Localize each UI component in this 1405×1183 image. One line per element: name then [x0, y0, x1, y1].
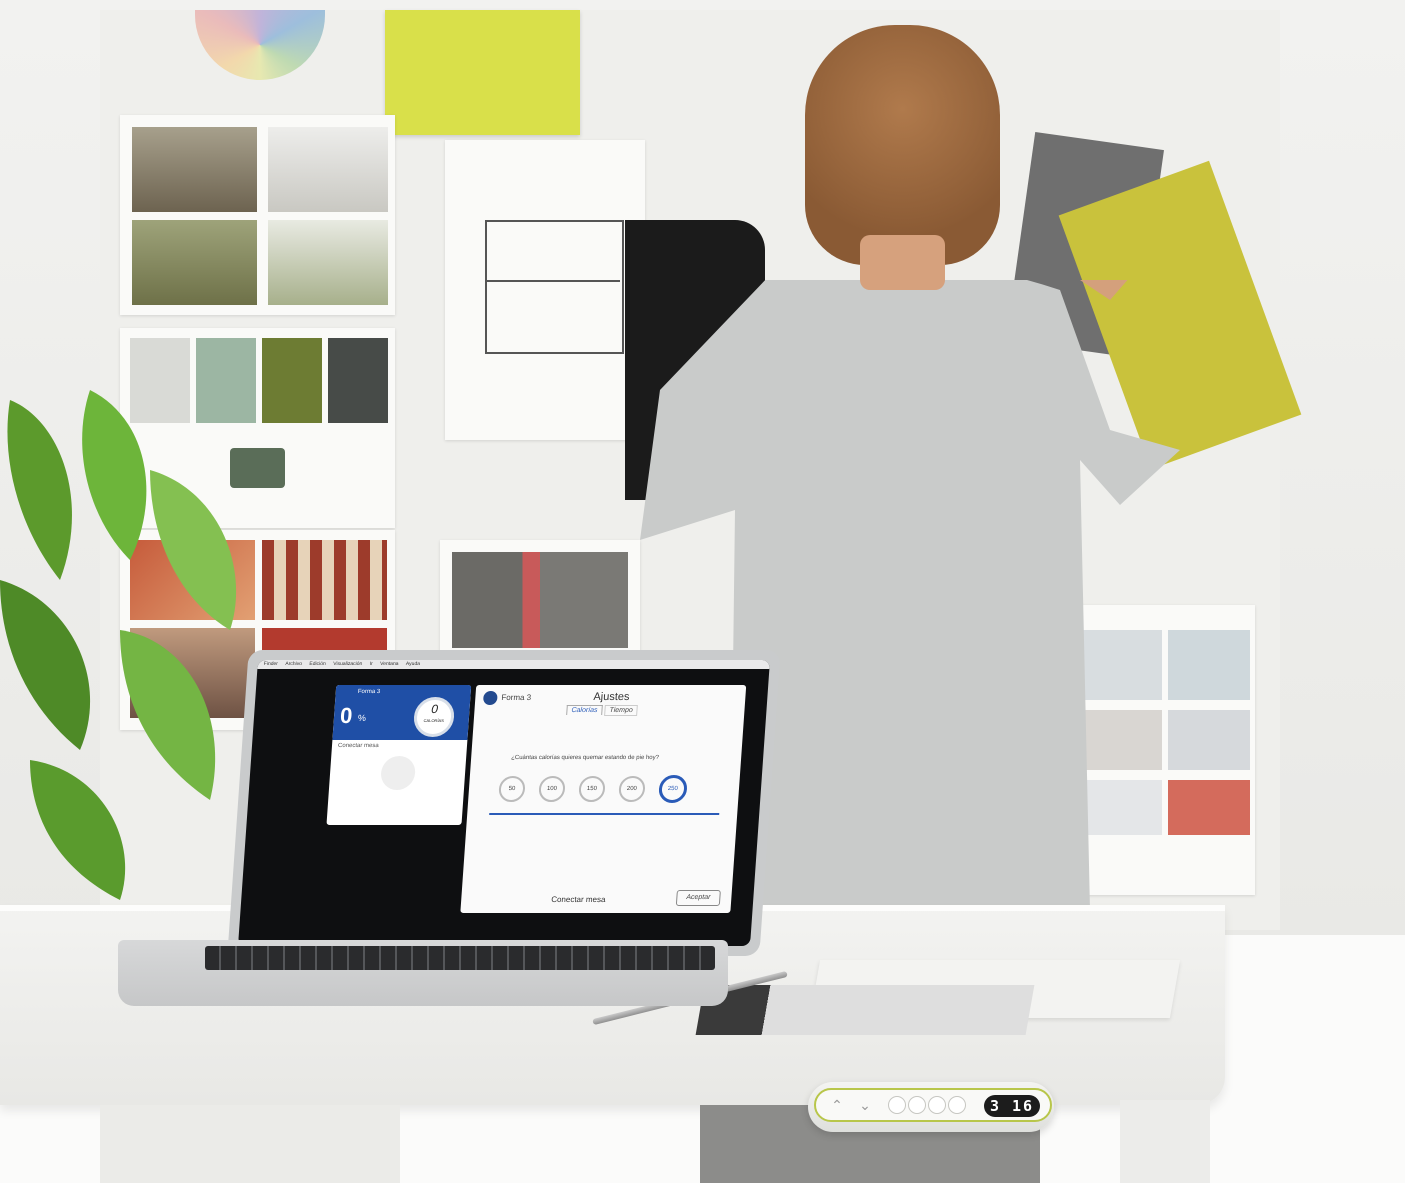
calorie-question: ¿Cuántas calorías quieres quemar estando… [510, 755, 660, 761]
tab-bar: Calorías Tiempo [566, 705, 639, 716]
forma-main-window: Forma 3 0 % 0 CALORÍAS Conectar mesa [326, 685, 472, 825]
menubar-item[interactable]: Ir [369, 661, 372, 667]
floor-plan [445, 140, 645, 440]
desk-leg [1120, 1100, 1210, 1183]
menubar-item[interactable]: Ayuda [406, 661, 421, 667]
desk-height-circle [379, 756, 416, 790]
calorie-options: 50 100 150 200 250 [492, 775, 694, 803]
calorie-option-150[interactable]: 150 [577, 776, 606, 802]
app-brand: Forma 3 [357, 689, 381, 695]
yellow-folder [385, 10, 580, 135]
percent-value: 0 [339, 703, 354, 728]
plant [0, 390, 237, 900]
percent-unit: % [357, 713, 367, 723]
calories-value: 0 [430, 702, 439, 716]
down-arrow-button[interactable]: ⌄ [854, 1094, 876, 1116]
desk-control-panel: ⌃ ⌄ 3 16 [808, 1082, 1054, 1132]
connect-desk-label[interactable]: Conectar mesa [332, 740, 468, 752]
calories-label: CALORÍAS [423, 718, 445, 723]
laptop-screen: Finder Archivo Edición Visualización Ir … [238, 660, 770, 946]
calorie-slider-fill [489, 813, 720, 815]
connect-desk-button[interactable]: Conectar mesa [551, 895, 606, 904]
laptop-keyboard [205, 946, 715, 970]
photo-card-landscapes [120, 115, 395, 315]
calorie-option-50[interactable]: 50 [498, 776, 526, 802]
photo-print [695, 985, 1035, 1035]
settings-logo-icon [482, 691, 498, 705]
settings-window: Forma 3 Ajustes Calorías Tiempo ¿Cuántas… [460, 685, 747, 913]
settings-title: Ajustes [592, 691, 630, 703]
height-display: 3 16 [984, 1095, 1040, 1117]
calorie-option-100[interactable]: 100 [538, 776, 566, 802]
person-neck [860, 235, 945, 290]
moodboard-lower [100, 1105, 400, 1183]
memory-button-2[interactable] [908, 1096, 926, 1114]
menubar-item[interactable]: Ventana [380, 661, 399, 667]
tab-calorias[interactable]: Calorías [566, 705, 603, 715]
window-photo [440, 540, 640, 660]
up-arrow-button[interactable]: ⌃ [826, 1094, 848, 1116]
menubar-item[interactable]: Edición [309, 661, 326, 667]
memory-button-1[interactable] [888, 1096, 906, 1114]
menubar-item[interactable]: Visualización [333, 661, 363, 667]
accept-button[interactable]: Aceptar [675, 890, 721, 906]
menubar-item[interactable]: Archivo [285, 661, 302, 667]
person-head [805, 25, 1000, 265]
tab-tiempo[interactable]: Tiempo [604, 705, 639, 716]
status-panel: Forma 3 0 % 0 CALORÍAS [332, 685, 472, 740]
settings-brand: Forma 3 [501, 693, 532, 702]
calories-ring: 0 CALORÍAS [412, 697, 456, 737]
memory-button-4[interactable] [948, 1096, 966, 1114]
calorie-option-200[interactable]: 200 [617, 776, 646, 802]
photo-scene: Finder Archivo Edición Visualización Ir … [0, 0, 1405, 1183]
mac-menubar: Finder Archivo Edición Visualización Ir … [257, 660, 770, 669]
control-panel-face: ⌃ ⌄ 3 16 [814, 1088, 1052, 1122]
color-wheel-image [195, 10, 325, 80]
calorie-option-250[interactable]: 250 [657, 775, 688, 803]
calorie-slider[interactable] [489, 813, 720, 815]
menubar-item[interactable]: Finder [264, 661, 279, 667]
memory-button-3[interactable] [928, 1096, 946, 1114]
